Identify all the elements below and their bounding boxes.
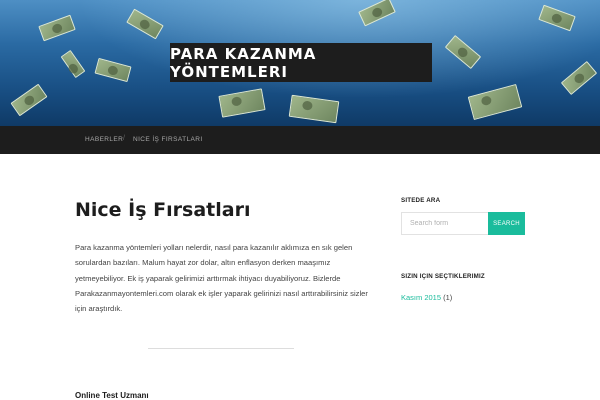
search-input[interactable]: [401, 212, 489, 235]
archive-count: (1): [443, 293, 453, 302]
banknote-decoration: [560, 60, 598, 96]
banknote-decoration: [94, 57, 132, 83]
header-banner: PARA KAZANMA YÖNTEMLERI: [0, 0, 600, 126]
site-title[interactable]: PARA KAZANMA YÖNTEMLERI: [170, 43, 432, 82]
banknote-decoration: [444, 34, 482, 70]
post-divider: [148, 348, 294, 349]
banknote-decoration: [38, 14, 76, 42]
search-button[interactable]: SEARCH: [488, 212, 525, 235]
archive-link[interactable]: Kasım 2015: [401, 293, 441, 302]
nav-item-current-page: NICE İŞ FIRSATLARI: [133, 136, 203, 143]
post-body: Para kazanma yöntemleri yolları nelerdir…: [75, 243, 368, 314]
next-post-title[interactable]: Online Test Uzmanı: [75, 391, 149, 400]
breadcrumb-separator: /: [123, 135, 125, 142]
banknote-decoration: [126, 8, 164, 40]
post-title: Nice İş Fırsatları: [75, 199, 251, 221]
banknote-decoration: [218, 88, 266, 118]
nav-item-haberler[interactable]: HABERLER: [85, 136, 123, 143]
banknote-decoration: [467, 83, 523, 121]
archive-list-item: Kasım 2015 (1): [401, 293, 452, 302]
search-widget-title: SITEDE ARA: [401, 197, 441, 204]
breadcrumb: HABERLER / NICE İŞ FIRSATLARI: [0, 126, 600, 154]
banknote-decoration: [538, 4, 576, 32]
banknote-decoration: [358, 0, 396, 27]
banknote-decoration: [60, 49, 86, 79]
banknote-decoration: [10, 83, 48, 117]
banknote-decoration: [288, 94, 340, 124]
picks-widget-title: SIZIN IÇIN SEÇTIKLERIMIZ: [401, 273, 485, 280]
